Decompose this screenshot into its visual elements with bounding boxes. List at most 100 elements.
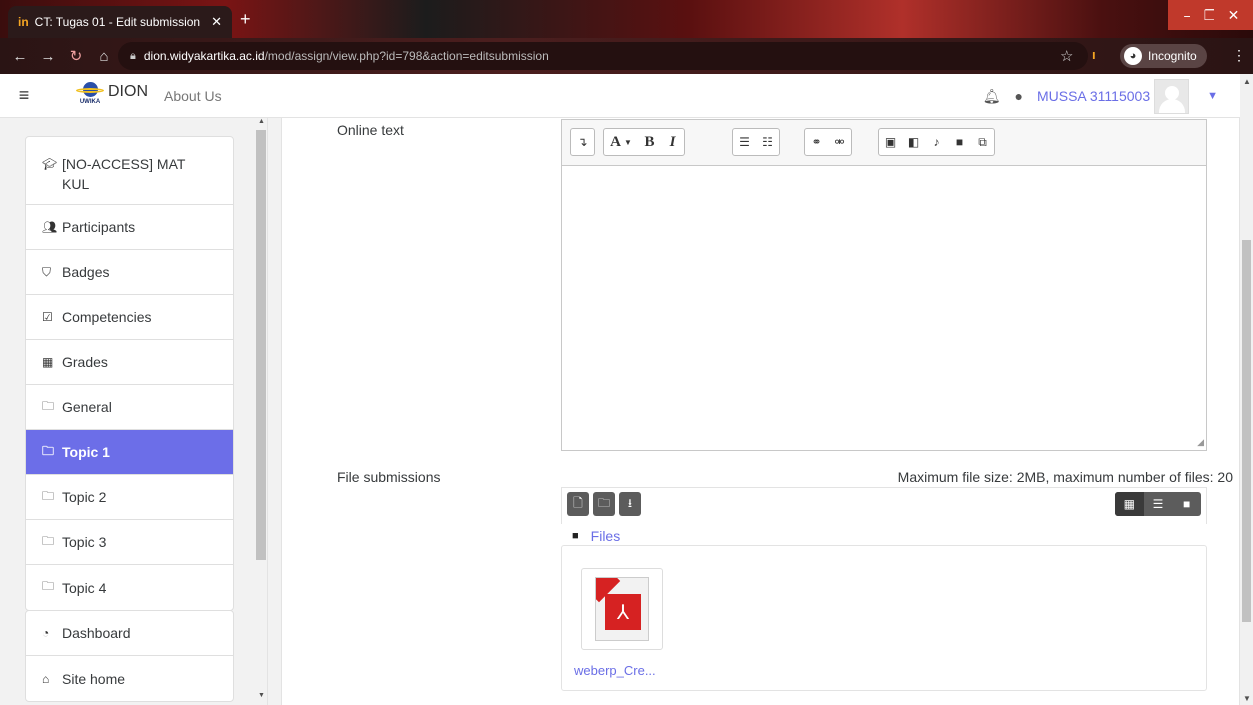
- add-file-icon[interactable]: 🗋: [567, 492, 589, 516]
- scroll-down-icon[interactable]: ▼: [258, 692, 265, 699]
- site-logo[interactable]: UWIKA: [76, 82, 104, 105]
- drawer-item-general[interactable]: 🗀 General: [26, 385, 233, 430]
- drawer-item-competencies[interactable]: ☑ Competencies: [26, 295, 233, 340]
- browser-menu-icon[interactable]: ⋮: [1232, 47, 1246, 64]
- url-host: dion.widyakartika.ac.id: [143, 49, 265, 63]
- address-bar[interactable]: 🔒︎ dion.widyakartika.ac.id/mod/assign/vi…: [118, 42, 1088, 70]
- folder-icon: 🗀: [42, 398, 55, 413]
- video-camera-icon[interactable]: ■: [948, 129, 971, 155]
- ordered-list-icon[interactable]: ☷: [756, 129, 779, 155]
- tree-view-icon[interactable]: ■: [1172, 492, 1201, 516]
- drawer-item-label: Badges: [62, 264, 110, 280]
- dashboard-icon: ◔: [42, 626, 50, 640]
- tab-close-icon[interactable]: ✕: [211, 14, 222, 30]
- editor-text-area[interactable]: [562, 166, 1206, 450]
- drawer-toggle-icon[interactable]: ≡: [10, 85, 38, 106]
- files-path-link[interactable]: Files: [591, 528, 621, 544]
- url-path: /mod/assign/view.php?id=798&action=edits…: [264, 49, 549, 63]
- page-scrollbar[interactable]: ▲ ▼: [1240, 74, 1253, 705]
- user-menu-caret-icon[interactable]: ▼: [1207, 90, 1218, 102]
- drawer-item-label: Grades: [62, 354, 108, 370]
- chat-icon[interactable]: ●: [1015, 88, 1023, 104]
- graduation-cap-icon: 🎓︎: [42, 157, 58, 171]
- user-name[interactable]: MUSSA 31115003: [1037, 88, 1150, 104]
- bell-icon[interactable]: 🔔︎: [983, 88, 1001, 105]
- file-drop-area[interactable]: ⅄ weberp_Cre...: [561, 545, 1207, 691]
- site-favicon: in: [18, 15, 29, 29]
- file-thumbnail[interactable]: ⅄: [581, 568, 663, 650]
- check-square-icon: ☑: [42, 310, 53, 324]
- editor-toolbar: ↴ A ▼ B I ☰ ☷ ⚭ ⚮ ▣ ◧ ♪ ■ ⧉: [562, 120, 1206, 166]
- create-folder-icon[interactable]: 🗀: [593, 492, 615, 516]
- max-file-info: Maximum file size: 2MB, maximum number o…: [897, 469, 1233, 485]
- drawer-item-topic-1[interactable]: 🗀 Topic 1: [26, 430, 233, 475]
- course-nav-group: 🎓︎ [NO-ACCESS] MAT KUL 👥︎ Participants ⛉…: [25, 136, 234, 611]
- new-tab-icon[interactable]: +: [240, 9, 251, 30]
- scroll-up-icon[interactable]: ▲: [1243, 77, 1251, 86]
- pdf-file-icon: ⅄: [595, 577, 649, 641]
- show-more-icon[interactable]: ↴: [571, 129, 594, 155]
- drawer-scroll-thumb[interactable]: [256, 130, 266, 560]
- drawer-item-label: [NO-ACCESS] MAT KUL: [62, 156, 186, 192]
- avatar[interactable]: [1154, 78, 1190, 114]
- drawer-item-course[interactable]: 🎓︎ [NO-ACCESS] MAT KUL: [26, 137, 233, 205]
- incognito-indicator[interactable]: ◕ Incognito: [1120, 44, 1207, 68]
- drawer-item-topic-3[interactable]: 🗀 Topic 3: [26, 520, 233, 565]
- copy-icon[interactable]: ⧉: [971, 129, 994, 155]
- drawer-item-topic-2[interactable]: 🗀 Topic 2: [26, 475, 233, 520]
- drawer-scrollbar[interactable]: ▲ ▼: [254, 118, 267, 705]
- drawer-item-label: Topic 4: [62, 579, 107, 596]
- site-nav-group: ◔ Dashboard ⌂ Site home: [25, 610, 234, 702]
- file-name-link[interactable]: weberp_Cre...: [574, 663, 656, 678]
- main-content: Online text ↴ A ▼ B I ☰ ☷ ⚭ ⚮ ▣ ◧ ♪ ■ ⧉ …: [281, 118, 1240, 705]
- resize-handle-icon[interactable]: ◢: [1197, 437, 1204, 448]
- extension-icon[interactable]: ı: [1092, 47, 1096, 62]
- drawer-item-participants[interactable]: 👥︎ Participants: [26, 205, 233, 250]
- home-icon[interactable]: ⌂: [92, 48, 116, 65]
- unlink-icon[interactable]: ⚮: [828, 129, 851, 155]
- italic-button[interactable]: I: [661, 129, 684, 155]
- user-nav: 🔔︎ ● MUSSA 31115003 ▼: [983, 74, 1218, 118]
- page-scroll-thumb[interactable]: [1242, 240, 1251, 622]
- drawer-item-badges[interactable]: ⛉ Badges: [26, 250, 233, 295]
- grid-view-icon[interactable]: ▦: [1115, 492, 1144, 516]
- drawer-item-dashboard[interactable]: ◔ Dashboard: [26, 611, 233, 656]
- about-us-link[interactable]: About Us: [164, 88, 222, 104]
- browser-tab[interactable]: in CT: Tugas 01 - Edit submission ✕: [8, 6, 232, 38]
- list-view-icon[interactable]: ☰: [1144, 492, 1173, 516]
- drawer-item-grades[interactable]: ▦ Grades: [26, 340, 233, 385]
- back-icon[interactable]: ←: [8, 48, 32, 65]
- lock-icon: 🔒︎: [130, 49, 136, 62]
- drawer-item-site-home[interactable]: ⌂ Site home: [26, 656, 233, 701]
- online-text-editor: ↴ A ▼ B I ☰ ☷ ⚭ ⚮ ▣ ◧ ♪ ■ ⧉ ◢: [561, 119, 1207, 451]
- shield-icon: ⛉: [42, 264, 52, 279]
- bookmark-star-icon[interactable]: ☆: [1060, 47, 1073, 65]
- browser-tabbar: in CT: Tugas 01 - Edit submission ✕ + – …: [0, 0, 1253, 38]
- toolbar-group-toggle: ↴: [570, 128, 595, 156]
- toolbar-group-links: ⚭ ⚮: [804, 128, 852, 156]
- drawer-item-topic-4[interactable]: 🗀 Topic 4: [26, 565, 233, 610]
- image-icon[interactable]: ▣: [879, 129, 902, 155]
- scroll-down-icon[interactable]: ▼: [1243, 694, 1251, 703]
- logo-subtext: UWIKA: [79, 99, 101, 105]
- incognito-label: Incognito: [1148, 49, 1197, 63]
- site-brand[interactable]: DION: [108, 83, 148, 101]
- incognito-icon: ◕: [1124, 47, 1142, 65]
- scroll-up-icon[interactable]: ▲: [258, 118, 265, 125]
- folder-icon: 🗀: [42, 579, 55, 593]
- table-icon: ▦: [42, 355, 54, 369]
- font-style-button[interactable]: A ▼: [604, 129, 638, 155]
- forward-icon[interactable]: →: [36, 48, 60, 65]
- window-close-icon[interactable]: ✕: [1214, 0, 1253, 30]
- drawer-item-label: Site home: [62, 670, 126, 687]
- bold-button[interactable]: B: [638, 129, 661, 155]
- microphone-icon[interactable]: ♪: [925, 129, 948, 155]
- folder-icon: 🗀: [42, 488, 55, 503]
- link-icon[interactable]: ⚭: [805, 129, 828, 155]
- unordered-list-icon[interactable]: ☰: [733, 129, 756, 155]
- refresh-icon[interactable]: ↻: [64, 47, 88, 65]
- media-icon[interactable]: ◧: [902, 129, 925, 155]
- drawer-item-label: Competencies: [62, 309, 152, 325]
- file-submissions-label: File submissions: [337, 469, 441, 485]
- download-icon[interactable]: ⭳: [619, 492, 641, 516]
